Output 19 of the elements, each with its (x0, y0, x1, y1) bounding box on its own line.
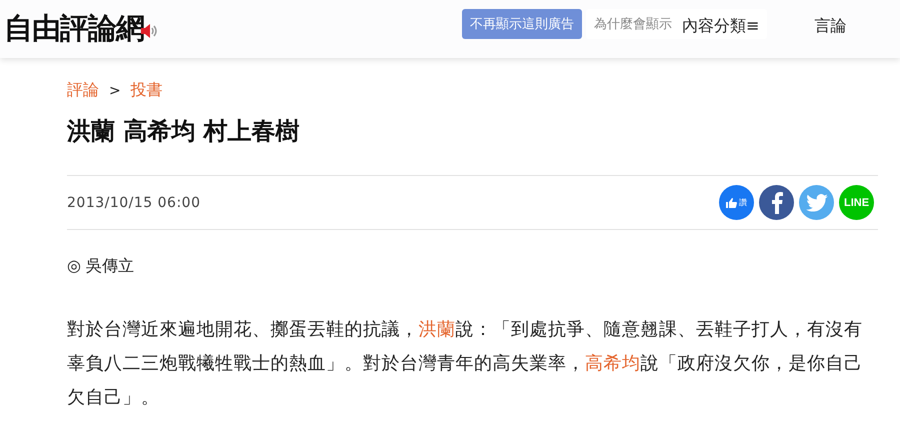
name-link[interactable]: 高希均 (585, 353, 640, 374)
like-button[interactable]: 讚 (719, 185, 754, 220)
facebook-share-button[interactable] (759, 185, 794, 220)
site-logo[interactable]: 自由評論網 (4, 9, 144, 49)
ad-button[interactable]: 不再顯示這則廣告 (462, 9, 582, 39)
nav-link[interactable]: 內容分類≡ (682, 16, 760, 37)
author-byline: ◎ 吳傳立 (67, 256, 136, 277)
facebook-icon (770, 192, 784, 214)
thumbs-up-icon (726, 198, 737, 208)
publish-date: 2013/10/15 06:00 (67, 194, 200, 210)
article-paragraph: 對於台灣近來遍地開花、擲蛋丟鞋的抗議，洪蘭說：「到處抗爭、隨意翹課、丟鞋子打人，有沒有辜負八二三炮戰犧牲戰士的熱血」。對於台灣青年的高失業率，高希均說「政府沒欠你，是你自己欠自己」。 (67, 318, 864, 410)
article-title: 洪蘭 高希均 村上春樹 (67, 116, 301, 147)
nav-link[interactable]: 言論 (814, 16, 846, 37)
breadcrumb-separator: > (109, 82, 121, 98)
breadcrumb-link[interactable]: 投書 (130, 80, 163, 101)
bird-icon (806, 194, 828, 212)
breadcrumb-link[interactable]: 評論 (67, 80, 99, 101)
name-link[interactable]: 洪蘭 (418, 319, 456, 340)
line-share-button[interactable]: LINE (839, 185, 874, 220)
